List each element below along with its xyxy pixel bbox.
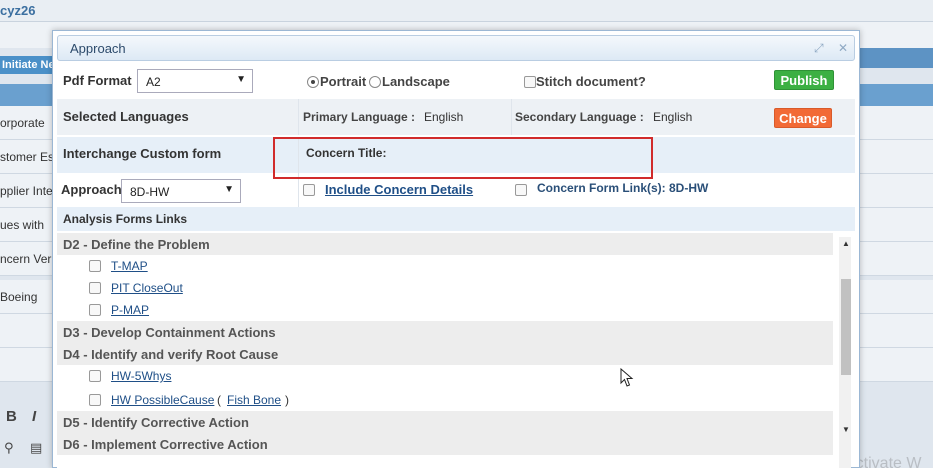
primary-language-value: English [424,110,464,124]
chevron-down-icon: ▼ [236,74,246,85]
landscape-label: Landscape [382,74,450,89]
scroll-down-icon[interactable]: ▼ [839,423,851,437]
approach-label: Approach [61,182,122,197]
background-strip-right [858,48,933,68]
portrait-radio[interactable] [307,76,319,88]
format-row: Pdf Format A2 ▼ Portrait Landscape Stitc… [57,65,855,97]
list-item: P-MAP [57,299,833,321]
italic-icon[interactable]: I [32,408,36,425]
hw5-link[interactable]: HW-5Whys [111,369,171,383]
list-item: T-MAP [57,255,833,277]
section-d3: D3 - Develop Containment Actions [57,321,833,343]
initiate-button[interactable]: Initiate Ne [0,56,56,74]
analysis-list: D2 - Define the Problem T-MAP PIT CloseO… [57,233,851,468]
expand-icon[interactable]: ⤢ [814,41,824,56]
background-title: cyz26 [0,3,36,18]
close-icon[interactable]: ✕ [838,41,848,55]
fishbone-link[interactable]: Fish Bone [227,393,281,407]
preview-icon[interactable]: ⚲ [4,440,14,456]
bold-icon[interactable]: B [6,408,17,425]
primary-language-label: Primary Language : [303,110,416,124]
include-details-checkbox[interactable] [303,184,315,196]
section-d2: D2 - Define the Problem [57,233,833,255]
pdf-format-select[interactable]: A2 ▼ [137,69,253,93]
paren-close: ) [285,393,289,407]
concern-title-highlight [273,137,653,179]
hw5-checkbox[interactable] [89,370,101,382]
stitch-checkbox[interactable] [524,76,536,88]
document-icon[interactable]: ▤ [30,440,42,456]
hwpc-link[interactable]: HW PossibleCause [111,393,214,407]
tmap-checkbox[interactable] [89,260,101,272]
list-item: PIT CloseOut [57,277,833,299]
section-d5: D5 - Identify Corrective Action [57,411,833,433]
portrait-label: Portrait [320,74,367,89]
divider [511,99,512,135]
concern-links-label: Concern Form Link(s): 8D-HW [537,181,709,195]
analysis-links-label: Analysis Forms Links [63,212,188,226]
chevron-down-icon: ▼ [224,184,234,195]
pdf-format-label: Pdf Format [63,73,132,88]
change-button[interactable]: Change [774,108,832,128]
pit-checkbox[interactable] [89,282,101,294]
concern-links-checkbox[interactable] [515,184,527,196]
approach-dialog: Approach ⤢ ✕ Pdf Format A2 ▼ Portrait La… [52,30,860,468]
section-d6: D6 - Implement Corrective Action [57,433,833,455]
secondary-language-value: English [653,110,693,124]
list-scrollbar[interactable]: ▲ ▼ [839,237,851,468]
mouse-cursor-icon [620,368,634,387]
background-topbar: cyz26 [0,0,933,22]
selected-languages-label: Selected Languages [63,109,189,124]
list-item: HW-5Whys [57,365,833,387]
publish-button[interactable]: Publish [774,70,834,90]
paren-open: ( [217,393,221,407]
divider [298,99,299,135]
secondary-language-label: Secondary Language : [515,110,644,124]
pit-link[interactable]: PIT CloseOut [111,281,183,295]
interchange-label: Interchange Custom form [63,146,222,161]
pmap-link[interactable]: P-MAP [111,303,149,317]
scroll-thumb[interactable] [841,279,851,375]
list-item: HW PossibleCause ( Fish Bone ) [57,387,833,411]
section-d4: D4 - Identify and verify Root Cause [57,343,833,365]
tmap-link[interactable]: T-MAP [111,259,148,273]
scroll-up-icon[interactable]: ▲ [839,237,851,251]
include-details-link[interactable]: Include Concern Details [325,182,473,197]
dialog-title: Approach [70,41,126,56]
hwpc-checkbox[interactable] [89,394,101,406]
dialog-header: Approach ⤢ ✕ [57,35,855,61]
landscape-radio[interactable] [369,76,381,88]
stitch-label: Stitch document? [536,74,646,89]
languages-row: Selected Languages Primary Language : En… [57,99,855,135]
approach-select[interactable]: 8D-HW ▼ [121,179,241,203]
pmap-checkbox[interactable] [89,304,101,316]
analysis-header: Analysis Forms Links [57,207,855,231]
